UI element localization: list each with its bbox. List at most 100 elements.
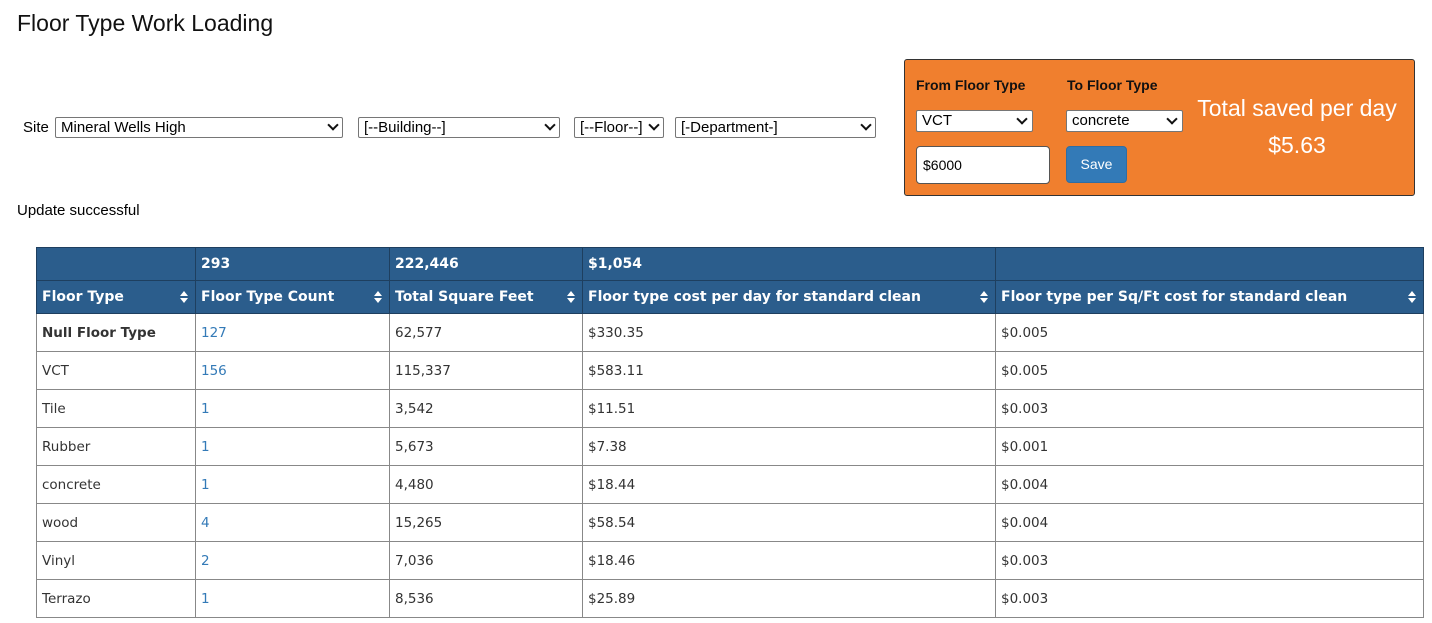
count-link[interactable]: 1 (201, 401, 210, 417)
sqft-cell: 15,265 (389, 503, 583, 542)
sqft-cell: 7,036 (389, 541, 583, 580)
department-select[interactable]: [-Department-] (675, 117, 876, 138)
page-title: Floor Type Work Loading (17, 10, 274, 36)
cost-per-sqft-cell: $0.003 (995, 389, 1424, 428)
chevron-down-icon (1166, 113, 1178, 125)
site-select[interactable]: Mineral Wells High (55, 117, 343, 138)
column-header-label: Floor type cost per day for standard cle… (588, 289, 921, 305)
count-link[interactable]: 2 (201, 553, 210, 569)
column-header-total-square-feet[interactable]: Total Square Feet (389, 280, 583, 314)
count-cell: 1 (195, 427, 390, 466)
chevron-down-icon (1016, 113, 1028, 125)
cost-per-sqft-cell: $0.001 (995, 427, 1424, 466)
sort-icon (1408, 291, 1416, 305)
cost-per-day-cell: $18.44 (582, 465, 996, 504)
site-select-value: Mineral Wells High (61, 119, 186, 136)
from-floor-type-label: From Floor Type (916, 77, 1026, 93)
table-row: VCT 156 115,337 $583.11 $0.005 (36, 351, 1424, 390)
floor-type-cell: Vinyl (36, 541, 196, 580)
amount-input[interactable] (916, 146, 1050, 184)
column-header-cost-per-day[interactable]: Floor type cost per day for standard cle… (582, 280, 996, 314)
floor-type-cell: Tile (36, 389, 196, 428)
cost-per-sqft-cell: $0.003 (995, 541, 1424, 580)
from-floor-type-value: VCT (922, 112, 952, 129)
building-select[interactable]: [--Building--] (358, 117, 560, 138)
count-cell: 1 (195, 465, 390, 504)
cost-per-day-cell: $330.35 (582, 313, 996, 352)
table-row: Vinyl 2 7,036 $18.46 $0.003 (36, 541, 1424, 580)
sqft-cell: 8,536 (389, 579, 583, 618)
table-row: concrete 1 4,480 $18.44 $0.004 (36, 465, 1424, 504)
cost-per-sqft-cell: $0.003 (995, 579, 1424, 618)
sort-icon (980, 291, 988, 305)
sqft-cell: 4,480 (389, 465, 583, 504)
floor-type-cell: Rubber (36, 427, 196, 466)
count-cell: 1 (195, 579, 390, 618)
count-link[interactable]: 1 (201, 591, 210, 607)
to-floor-type-label: To Floor Type (1067, 77, 1158, 93)
column-header-floor-type[interactable]: Floor Type (36, 280, 196, 314)
count-link[interactable]: 156 (201, 363, 227, 379)
cost-per-sqft-cell: $0.004 (995, 465, 1424, 504)
count-cell: 156 (195, 351, 390, 390)
column-header-label: Floor Type (42, 289, 124, 305)
from-floor-type-select[interactable]: VCT (916, 110, 1033, 132)
count-cell: 127 (195, 313, 390, 352)
cost-per-day-cell: $583.11 (582, 351, 996, 390)
sqft-cell: 5,673 (389, 427, 583, 466)
table-row: wood 4 15,265 $58.54 $0.004 (36, 503, 1424, 542)
floor-type-cell: Null Floor Type (36, 313, 196, 352)
sort-icon (567, 291, 575, 305)
table-row: Null Floor Type 127 62,577 $330.35 $0.00… (36, 313, 1424, 352)
chevron-down-icon (648, 119, 660, 131)
table-row: Rubber 1 5,673 $7.38 $0.001 (36, 427, 1424, 466)
totals-cell (995, 247, 1424, 281)
sqft-cell: 62,577 (389, 313, 583, 352)
count-cell: 2 (195, 541, 390, 580)
column-header-label: Floor Type Count (201, 289, 335, 305)
save-button[interactable]: Save (1066, 146, 1127, 183)
column-header-cost-per-sqft[interactable]: Floor type per Sq/Ft cost for standard c… (995, 280, 1424, 314)
floor-type-cell: Terrazo (36, 579, 196, 618)
count-link[interactable]: 1 (201, 439, 210, 455)
cost-per-day-cell: $18.46 (582, 541, 996, 580)
floor-select-value: [--Floor--] (580, 119, 643, 136)
to-floor-type-value: concrete (1072, 112, 1130, 129)
totals-cell: 293 (195, 247, 390, 281)
floor-type-cell: VCT (36, 351, 196, 390)
cost-per-sqft-cell: $0.005 (995, 351, 1424, 390)
count-link[interactable]: 127 (201, 325, 227, 341)
cost-per-day-cell: $25.89 (582, 579, 996, 618)
savings-panel: From Floor Type To Floor Type VCT concre… (904, 59, 1415, 196)
floor-select[interactable]: [--Floor--] (574, 117, 664, 138)
column-header-floor-type-count[interactable]: Floor Type Count (195, 280, 390, 314)
sqft-cell: 3,542 (389, 389, 583, 428)
status-message: Update successful (17, 202, 140, 219)
total-saved-title: Total saved per day (1197, 95, 1397, 121)
sort-icon (180, 291, 188, 305)
cost-per-sqft-cell: $0.004 (995, 503, 1424, 542)
totals-cell (36, 247, 196, 281)
totals-cell: 222,446 (389, 247, 583, 281)
table-row: Terrazo 1 8,536 $25.89 $0.003 (36, 579, 1424, 618)
cost-per-day-cell: $11.51 (582, 389, 996, 428)
header-row: Floor Type Floor Type Count Total Square… (36, 280, 1424, 314)
column-header-label: Floor type per Sq/Ft cost for standard c… (1001, 289, 1348, 305)
department-select-value: [-Department-] (681, 119, 778, 136)
count-cell: 4 (195, 503, 390, 542)
to-floor-type-select[interactable]: concrete (1066, 110, 1183, 132)
chevron-down-icon (327, 119, 339, 131)
floor-type-cell: wood (36, 503, 196, 542)
floor-type-cell: concrete (36, 465, 196, 504)
chevron-down-icon (860, 119, 872, 131)
count-link[interactable]: 4 (201, 515, 210, 531)
totals-row: 293 222,446 $1,054 (36, 247, 1424, 281)
total-saved-value: $5.63 (1268, 132, 1326, 158)
cost-per-sqft-cell: $0.005 (995, 313, 1424, 352)
floor-type-table: 293 222,446 $1,054 Floor Type Floor Type… (36, 247, 1424, 618)
cost-per-day-cell: $58.54 (582, 503, 996, 542)
table-row: Tile 1 3,542 $11.51 $0.003 (36, 389, 1424, 428)
count-link[interactable]: 1 (201, 477, 210, 493)
sort-icon (374, 291, 382, 305)
building-select-value: [--Building--] (364, 119, 446, 136)
